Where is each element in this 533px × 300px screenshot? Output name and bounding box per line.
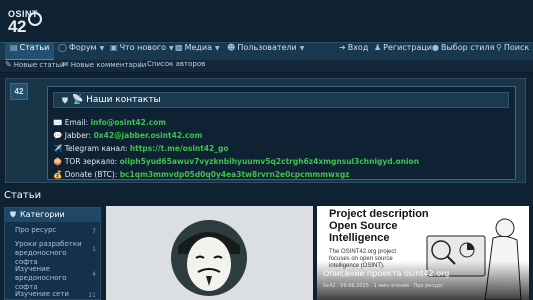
- telegram-link[interactable]: https://t.me/osint42_go: [130, 144, 229, 153]
- avatar[interactable]: 42: [10, 83, 28, 100]
- login-link[interactable]: ➜ Вход: [339, 43, 368, 61]
- nav-tab-users[interactable]: ☻ Пользователи ▼: [227, 43, 304, 61]
- contact-line-telegram: ✈️ Telegram канал: https://t.me/osint42_…: [53, 144, 229, 153]
- article-card[interactable]: [106, 206, 313, 300]
- new-comments-link[interactable]: ✉ Новые комментарии: [62, 60, 146, 73]
- register-link[interactable]: ♟ Регистрация: [374, 43, 437, 61]
- tor-link[interactable]: oiiph5yud65awuv7vyzknbihyuumv5q2ctrgh6z4…: [120, 157, 419, 166]
- contact-line-donate: 💰 Donate (BTC): bc1qm3mmvdp05d0q0y4ea3tw…: [53, 170, 350, 179]
- nav-tab-articles[interactable]: ▤ Статьи: [5, 43, 55, 61]
- chevron-down-icon[interactable]: ▼: [169, 45, 174, 52]
- page-title: Статьи: [4, 190, 42, 201]
- register-icon: ♟: [374, 43, 382, 52]
- authors-list-link[interactable]: Список авторов: [147, 60, 205, 73]
- main-navbar: ▤ Статьи ◯ Форум ▼ ▣ Что нового ▼ ▩ Медиа ▼ ☻ По…: [0, 42, 533, 61]
- search-icon: ⚲: [496, 43, 502, 52]
- contact-line-jabber: 💬 Jabber: 0x42@jabber.osint42.com: [53, 131, 203, 140]
- categories-panel: ⛊ Категории Про ресурс 7 Уроки разработк…: [4, 207, 101, 300]
- sub-navbar: ✎ Новые статьи ✉ Новые комментарии | Списо…: [0, 60, 533, 73]
- edit-icon: ✎: [5, 60, 12, 69]
- category-count: 1: [92, 246, 96, 253]
- site-logo[interactable]: OSINT 42: [8, 9, 42, 36]
- contacts-title: 📡 Наши контакты: [72, 95, 161, 105]
- subnav-divider: |: [139, 60, 142, 68]
- category-item[interactable]: Уроки разработки вредоносного софта: [15, 240, 91, 267]
- contacts-title-bar: ⛊ 📡 Наши контакты: [53, 92, 509, 108]
- jabber-link[interactable]: 0x42@jabber.osint42.com: [94, 131, 203, 140]
- categories-header: ⛊ Категории: [5, 208, 100, 222]
- category-item[interactable]: Изучение сети: [15, 290, 69, 299]
- nav-tab-whats-new[interactable]: ▣ Что нового ▼: [110, 43, 174, 61]
- card-caption-overlay: [317, 261, 529, 300]
- new-articles-link[interactable]: ✎ Новые статьи: [5, 60, 64, 73]
- category-count: 11: [88, 292, 96, 299]
- chevron-down-icon[interactable]: ▼: [100, 45, 105, 52]
- comments-icon: ✉: [62, 60, 69, 69]
- whats-new-icon: ▣: [110, 43, 118, 52]
- category-item[interactable]: Про ресурс: [15, 226, 56, 235]
- articles-icon: ▤: [10, 43, 18, 52]
- logo-ring-icon: [28, 12, 42, 26]
- forum-icon: ◯: [58, 43, 67, 52]
- media-icon: ▩: [175, 43, 183, 52]
- anonymous-mask-image: [171, 220, 247, 296]
- article-title-link[interactable]: Описание проекта osint42.org: [323, 269, 449, 278]
- site-header: OSINT 42: [0, 0, 533, 42]
- users-icon: ☻: [227, 43, 236, 52]
- contact-line-email: ✉️ Email: info@osint42.com: [53, 118, 167, 127]
- shield-icon: ⛊: [62, 96, 68, 105]
- login-icon: ➜: [339, 43, 346, 52]
- category-count: 7: [92, 228, 96, 235]
- category-count: 4: [92, 271, 96, 278]
- style-chooser-link[interactable]: ● Выбор стиля: [432, 43, 494, 61]
- chevron-down-icon[interactable]: ▼: [215, 45, 220, 52]
- contacts-box: ⛊ 📡 Наши контакты ✉️ Email: info@osint42…: [47, 86, 516, 180]
- contact-line-tor: 🧅 TOR зеркало: oiiph5yud65awuv7vyzknbihy…: [53, 157, 420, 166]
- article-card[interactable]: Project description Open Source Intellig…: [317, 206, 529, 300]
- search-link[interactable]: ⚲ Поиск: [496, 43, 529, 61]
- email-link[interactable]: info@osint42.com: [90, 118, 166, 127]
- category-item[interactable]: Изучение вредоносного софта: [15, 265, 91, 292]
- nav-tab-media[interactable]: ▩ Медиа ▼: [175, 43, 220, 61]
- chevron-down-icon[interactable]: ▼: [300, 45, 305, 52]
- notice-block: 42 ⛊ 📡 Наши контакты ✉️ Email: info@osin…: [5, 78, 526, 183]
- nav-tab-forum[interactable]: ◯ Форум ▼: [58, 43, 104, 61]
- style-icon: ●: [432, 43, 439, 52]
- btc-address[interactable]: bc1qm3mmvdp05d0q0y4ea3tw8rvrn2e0cpcmmmwx…: [120, 170, 350, 179]
- article-meta: 0x42 · 09.06.2025 · 1 мин чтения · Про р…: [323, 283, 444, 289]
- shield-icon: ⛊: [10, 210, 16, 219]
